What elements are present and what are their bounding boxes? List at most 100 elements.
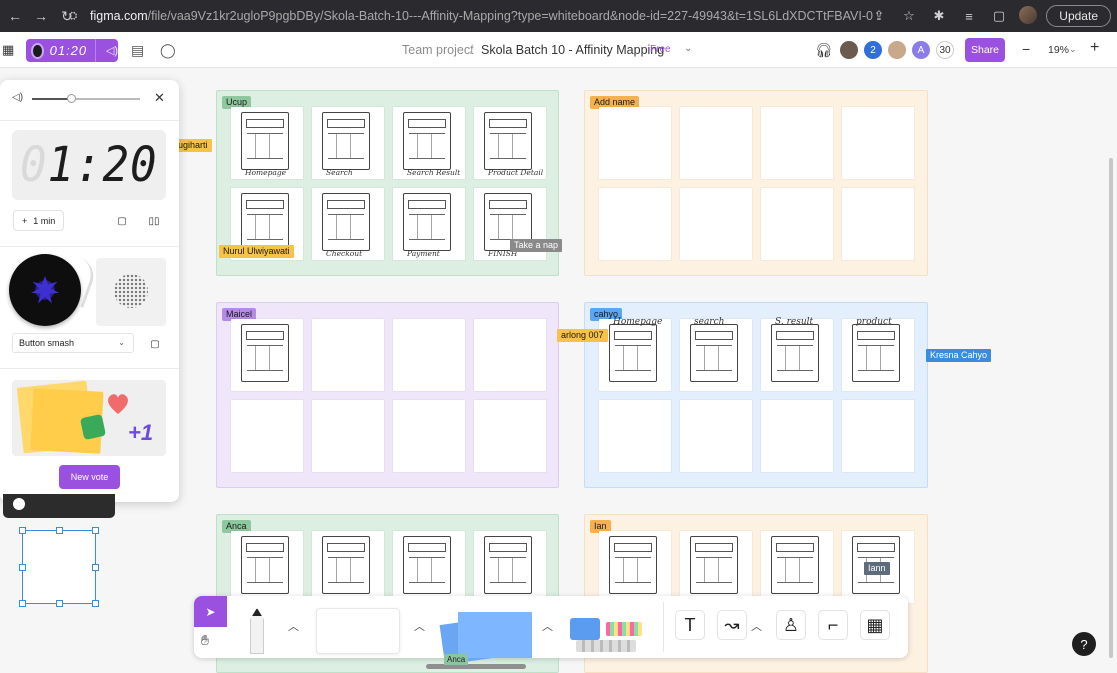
sticky-note[interactable]: search: [680, 317, 752, 391]
sticky-note[interactable]: [599, 107, 671, 179]
address-bar[interactable]: ⛭ figma.com/file/vaa9Vz1kr2ugloP9pgbDBy/…: [66, 4, 886, 28]
chevron-up-icon[interactable]: ︿: [751, 618, 762, 634]
add-minute-button[interactable]: +1 min: [13, 210, 65, 231]
share-icon[interactable]: ⇪: [869, 6, 889, 26]
sticky-note[interactable]: product: [842, 317, 914, 391]
sound-select[interactable]: Button smash ⌄: [12, 333, 134, 353]
extensions-icon[interactable]: ✱: [929, 6, 949, 26]
sticky-note[interactable]: [599, 531, 671, 603]
zoom-out-button[interactable]: −: [1022, 41, 1030, 57]
section-frame[interactable]: Add name: [584, 90, 928, 276]
text-tool-icon[interactable]: T: [675, 610, 705, 640]
back-arrow-icon[interactable]: ←: [4, 5, 26, 27]
timer-widget[interactable]: 01:20 ◁): [26, 39, 118, 62]
sticky-note[interactable]: [393, 319, 465, 391]
new-vote-button[interactable]: New vote: [59, 465, 120, 489]
sticky-note[interactable]: [680, 188, 752, 260]
wireframe-sketch: [690, 324, 738, 382]
volume-slider[interactable]: ◁): [10, 92, 168, 106]
section-frame[interactable]: cahyo Homepage search S. result product: [584, 302, 928, 488]
help-button[interactable]: ?: [1072, 632, 1096, 656]
sticky-note[interactable]: [231, 400, 303, 472]
sticky-note[interactable]: [842, 400, 914, 472]
breadcrumb-team[interactable]: Team project: [402, 43, 474, 57]
sticky-note[interactable]: [312, 400, 384, 472]
sticky-note[interactable]: [599, 400, 671, 472]
sticky-note[interactable]: [393, 400, 465, 472]
sticky-note[interactable]: [842, 107, 914, 179]
forward-arrow-icon[interactable]: →: [30, 5, 52, 27]
sticky-note[interactable]: Search: [312, 107, 384, 179]
observers-count[interactable]: 30: [936, 41, 954, 59]
main-menu-icon[interactable]: ▦: [2, 42, 14, 58]
vertical-scrollbar[interactable]: [1109, 158, 1113, 658]
chevron-up-icon[interactable]: ︿: [288, 618, 299, 634]
profile-avatar[interactable]: [1019, 6, 1037, 24]
selected-frame[interactable]: [19, 527, 99, 607]
table-tool-icon[interactable]: ▦: [860, 610, 890, 640]
update-button[interactable]: Update: [1046, 5, 1111, 27]
sticky-note[interactable]: [680, 531, 752, 603]
sticky-note[interactable]: [231, 319, 303, 391]
sound-icon[interactable]: ◁): [106, 44, 118, 57]
horizontal-scrollbar[interactable]: [426, 664, 526, 669]
sticky-note[interactable]: [474, 319, 546, 391]
sticky-note[interactable]: [680, 400, 752, 472]
pause-icon[interactable]: ▯▯: [146, 213, 162, 229]
sticky-note[interactable]: [761, 188, 833, 260]
slider-handle[interactable]: [66, 94, 76, 103]
section-frame[interactable]: Maicel: [216, 302, 559, 488]
sticky-note[interactable]: [761, 531, 833, 603]
file-name[interactable]: Skola Batch 10 - Affinity Mapping: [481, 43, 664, 57]
chevron-down-icon[interactable]: ⌄: [1069, 44, 1077, 55]
marker-tool-icon[interactable]: [250, 608, 264, 654]
close-icon[interactable]: ✕: [154, 90, 165, 106]
sticky-note[interactable]: [474, 531, 546, 603]
sticky-note[interactable]: [312, 319, 384, 391]
sticky-note[interactable]: Payment: [393, 188, 465, 260]
share-button[interactable]: Share: [965, 38, 1005, 62]
stop-music-icon[interactable]: ▢: [147, 336, 163, 352]
sticky-note[interactable]: [393, 531, 465, 603]
hand-tool-icon[interactable]: ✋︎: [201, 632, 209, 649]
sticky-note[interactable]: [842, 188, 914, 260]
avatar[interactable]: [888, 41, 906, 59]
sticky-note[interactable]: Homepage: [599, 317, 671, 391]
sticky-note[interactable]: [312, 531, 384, 603]
zoom-in-button[interactable]: +: [1090, 39, 1099, 57]
stickers-tool[interactable]: [566, 612, 650, 654]
sticky-note[interactable]: [761, 400, 833, 472]
zoom-level[interactable]: 19%: [1048, 44, 1069, 56]
connector-tool-icon[interactable]: ↝: [717, 610, 747, 640]
sticky-note[interactable]: Homepage: [231, 107, 303, 179]
stamp-tool-icon[interactable]: ♙: [776, 610, 806, 640]
color-dot-icon[interactable]: [13, 498, 25, 510]
chevron-down-icon[interactable]: ⌄: [684, 43, 692, 54]
sticky-note[interactable]: [599, 188, 671, 260]
sticky-note[interactable]: S. result: [761, 317, 833, 391]
sticky-note[interactable]: [231, 531, 303, 603]
bookmark-star-icon[interactable]: ☆: [899, 6, 919, 26]
comment-icon[interactable]: ◯: [160, 42, 176, 59]
side-panel-icon[interactable]: ▢: [989, 6, 1009, 26]
layout-icon[interactable]: ▤: [131, 42, 144, 59]
sticky-note[interactable]: [680, 107, 752, 179]
sticky-note[interactable]: [761, 107, 833, 179]
shape-tool[interactable]: [316, 608, 400, 654]
section-tool-icon[interactable]: ⌐: [818, 610, 848, 640]
sticky-note[interactable]: Checkout: [312, 188, 384, 260]
avatar[interactable]: [840, 41, 858, 59]
media-controls-icon[interactable]: ≡: [959, 6, 979, 26]
sticky-note[interactable]: Search Result: [393, 107, 465, 179]
headphones-icon[interactable]: 🎧︎: [815, 42, 833, 59]
move-tool-icon[interactable]: ➤: [194, 596, 227, 627]
chevron-up-icon[interactable]: ︿: [542, 618, 553, 634]
avatar-count[interactable]: 2: [864, 41, 882, 59]
stop-icon[interactable]: ▢: [114, 213, 130, 229]
sticky-note[interactable]: Product Detail: [474, 107, 546, 179]
avatar-letter[interactable]: A: [912, 41, 930, 59]
chevron-up-icon[interactable]: ︿: [414, 618, 425, 634]
sticky-note[interactable]: [474, 400, 546, 472]
site-info-icon[interactable]: ⛭: [66, 9, 80, 23]
sticky-note-tool[interactable]: [434, 608, 532, 665]
